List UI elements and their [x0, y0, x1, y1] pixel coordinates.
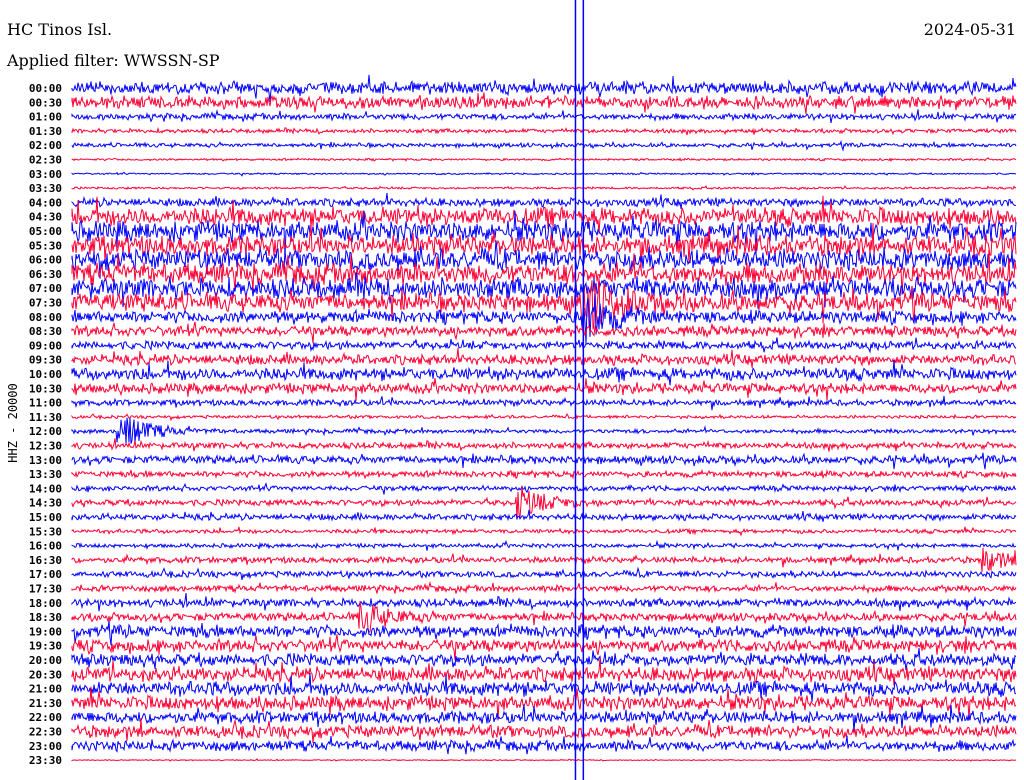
- time-tick-label: 01:30: [29, 125, 62, 138]
- helicorder-plot: 00:0000:30 01:0001:3002:00 02:3003:0003:30…: [29, 0, 1017, 780]
- time-tick-label: 00:30: [29, 96, 62, 109]
- trace-row: [71, 704, 1017, 733]
- trace-row: [71, 468, 1017, 480]
- time-tick-label: 03:00: [29, 168, 62, 181]
- time-tick-label: 15:00: [29, 511, 62, 524]
- trace-row: [71, 321, 1017, 344]
- trace-row: [71, 566, 1017, 580]
- time-tick-label: 13:30: [29, 468, 62, 481]
- trace-row: [71, 337, 1017, 354]
- time-tick-label: 18:30: [29, 611, 62, 624]
- time-tick-label: 13:00: [29, 454, 62, 467]
- time-tick-label: 00:00: [29, 82, 62, 95]
- time-tick-label: 16:30: [29, 554, 62, 567]
- time-tick-label: 17:00: [29, 568, 62, 581]
- time-tick-label: 09:30: [29, 354, 62, 367]
- time-tick-label: 03:30: [29, 182, 62, 195]
- time-tick-label: 23:00: [29, 740, 62, 753]
- trace-row: [71, 74, 1017, 102]
- trace-row: [71, 126, 1017, 136]
- time-tick-label: 05:30: [29, 239, 62, 252]
- time-tick-label: 07:00: [29, 282, 62, 295]
- trace-row: [71, 360, 1017, 386]
- time-tick-label: 02:00: [29, 139, 62, 152]
- trace-row: [71, 486, 1017, 520]
- time-tick-label: 20:30: [29, 668, 62, 681]
- trace-row: [71, 634, 1017, 661]
- time-tick-label: 14:00: [29, 482, 62, 495]
- time-tick-label: 12:00: [29, 425, 62, 438]
- time-tick-label: 17:30: [29, 583, 62, 596]
- time-tick-label: 21:30: [29, 697, 62, 710]
- time-tick-label: 01:00: [29, 111, 62, 124]
- time-tick-label: 19:30: [29, 640, 62, 653]
- time-tick-label: 16:00: [29, 540, 62, 553]
- time-tick-label: 15:30: [29, 525, 62, 538]
- trace-row: [71, 482, 1017, 495]
- time-tick-label: 08:30: [29, 325, 62, 338]
- time-tick-label: 07:30: [29, 297, 62, 310]
- time-tick-label: 11:00: [29, 397, 62, 410]
- time-tick-label: 04:00: [29, 196, 62, 209]
- trace-row: [71, 192, 1016, 209]
- time-tick-label: 06:30: [29, 268, 62, 281]
- time-tick-label: 10:30: [29, 382, 62, 395]
- time-tick-label: 02:30: [29, 154, 62, 167]
- time-tick-label: 18:00: [29, 597, 62, 610]
- trace-row: [71, 580, 1017, 594]
- trace-row: [71, 378, 1017, 401]
- trace-row: [71, 417, 1017, 445]
- trace-row: [71, 171, 1016, 177]
- trace-row: [71, 718, 1017, 743]
- trace-row: [71, 185, 1017, 191]
- trace-row: [71, 620, 1017, 646]
- time-tick-label: 06:00: [29, 254, 62, 267]
- trace-row: [71, 438, 1017, 452]
- time-tick-label: 23:30: [29, 754, 62, 767]
- time-tick-label: 04:30: [29, 211, 62, 224]
- trace-row: [71, 157, 1017, 163]
- trace-row: [71, 412, 1017, 422]
- trace-row: [71, 593, 1017, 612]
- time-tick-label: 22:30: [29, 726, 62, 739]
- trace-row: [71, 526, 1017, 537]
- trace-row: [71, 347, 1017, 368]
- time-tick-label: 20:00: [29, 654, 62, 667]
- time-tick-label: 12:30: [29, 440, 62, 453]
- time-tick-label: 09:00: [29, 339, 62, 352]
- trace-row: [71, 139, 1017, 152]
- trace-row: [71, 294, 1017, 344]
- time-tick-label: 08:00: [29, 311, 62, 324]
- time-tick-label: 19:00: [29, 625, 62, 638]
- trace-row: [71, 509, 1017, 523]
- time-tick-label: 22:00: [29, 711, 62, 724]
- time-tick-label: 10:00: [29, 368, 62, 381]
- trace-row: [71, 92, 1017, 115]
- trace-row: [71, 547, 1017, 572]
- trace-row: [71, 758, 1017, 762]
- trace-row: [71, 395, 1017, 411]
- time-tick-label: 11:30: [29, 411, 62, 424]
- trace-row: [71, 539, 1017, 551]
- time-tick-label: 05:00: [29, 225, 62, 238]
- trace-row: [71, 735, 1016, 755]
- trace-row: [71, 109, 1017, 123]
- time-tick-label: 14:30: [29, 497, 62, 510]
- trace-row: [71, 452, 1017, 470]
- time-tick-label: 21:00: [29, 683, 62, 696]
